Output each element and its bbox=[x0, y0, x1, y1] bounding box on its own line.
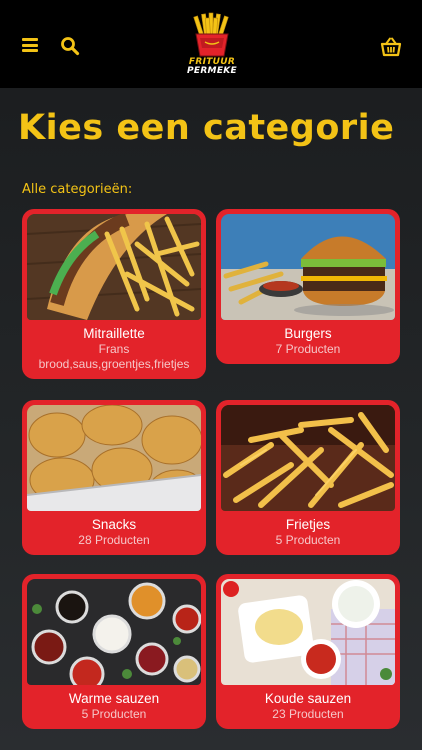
category-name: Mitraillette bbox=[83, 326, 145, 341]
category-name: Koude sauzen bbox=[264, 691, 352, 706]
category-name: Frietjes bbox=[285, 517, 331, 532]
category-name: Snacks bbox=[91, 517, 137, 532]
page-title: Kies een categorie bbox=[18, 108, 395, 148]
burger-photo bbox=[221, 214, 395, 320]
category-subtitle: Frans brood,saus,groentjes,frietjes bbox=[38, 342, 190, 371]
category-card-snacks[interactable]: Snacks 28 Producten bbox=[22, 400, 206, 555]
hamburger-menu-icon[interactable] bbox=[22, 38, 38, 52]
category-card-warme-sauzen[interactable]: Warme sauzen 5 Producten bbox=[22, 574, 206, 729]
category-subtitle: 5 Producten bbox=[81, 707, 147, 721]
fries-logo-icon bbox=[193, 12, 229, 57]
category-subtitle: 7 Producten bbox=[275, 342, 341, 356]
search-icon[interactable] bbox=[60, 36, 80, 56]
frituur-permeke-logo[interactable]: FRITUUR PERMEKE bbox=[183, 12, 241, 82]
cold-sauces-photo bbox=[221, 579, 395, 685]
category-name: Warme sauzen bbox=[68, 691, 160, 706]
category-subtitle: 5 Producten bbox=[275, 533, 341, 547]
category-card-mitraillette[interactable]: Mitraillette Frans brood,saus,groentjes,… bbox=[22, 209, 206, 379]
mitraillette-photo bbox=[27, 214, 201, 320]
warm-sauces-photo bbox=[27, 579, 201, 685]
nuggets-photo bbox=[27, 405, 201, 511]
top-bar: FRITUUR PERMEKE bbox=[0, 0, 422, 88]
category-card-koude-sauzen[interactable]: Koude sauzen 23 Producten bbox=[216, 574, 400, 729]
fries-photo bbox=[221, 405, 395, 511]
category-card-frietjes[interactable]: Frietjes 5 Producten bbox=[216, 400, 400, 555]
section-label: Alle categorieën: bbox=[22, 182, 133, 197]
category-name: Burgers bbox=[284, 326, 332, 341]
category-card-burgers[interactable]: Burgers 7 Producten bbox=[216, 209, 400, 364]
shopping-basket-icon[interactable] bbox=[380, 37, 402, 57]
logo-text-line2: PERMEKE bbox=[186, 66, 237, 76]
category-subtitle: 28 Producten bbox=[78, 533, 150, 547]
category-subtitle: 23 Producten bbox=[272, 707, 344, 721]
